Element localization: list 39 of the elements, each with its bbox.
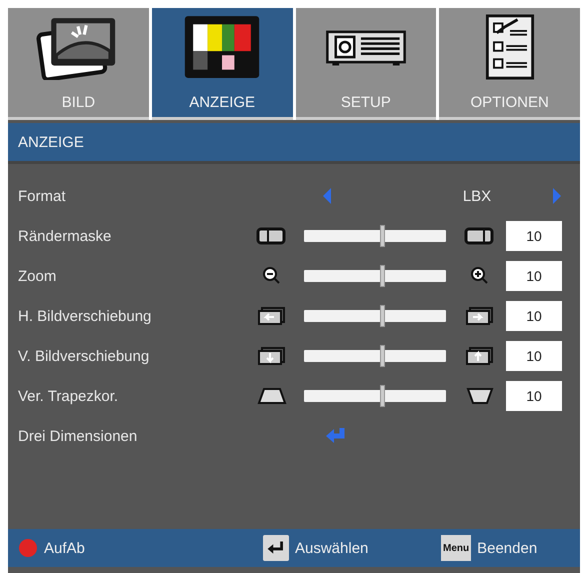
- value-field[interactable]: 10: [506, 221, 562, 251]
- setting-label: Zoom: [18, 268, 58, 284]
- slider-thumb[interactable]: [380, 345, 386, 367]
- slider-thumb[interactable]: [380, 385, 386, 407]
- slider-track[interactable]: [304, 305, 446, 327]
- slider-track[interactable]: [304, 265, 446, 287]
- keystone-icon: [464, 386, 496, 406]
- shift-down-icon: [256, 346, 288, 366]
- mask-wide-icon: [464, 226, 496, 246]
- menu-key: Menu: [441, 535, 472, 561]
- footer-hint: Beenden: [477, 540, 538, 556]
- mask-narrow-icon: [256, 226, 288, 246]
- setting-label: Rändermaske: [18, 228, 112, 244]
- slider-thumb[interactable]: [380, 265, 386, 287]
- setting-label: Ver. Trapezkor.: [18, 388, 120, 404]
- setting-label: H. Bildverschiebung: [18, 308, 152, 324]
- shift-left-icon: [256, 306, 288, 326]
- footer-hint: Auswählen: [295, 540, 368, 556]
- slider-track[interactable]: [304, 225, 446, 247]
- setting-label: Drei Dimensionen: [18, 428, 138, 444]
- round-key-icon: [18, 538, 38, 558]
- value-field[interactable]: 10: [506, 381, 562, 411]
- keystone-icon: [256, 386, 288, 406]
- slider-thumb[interactable]: [380, 225, 386, 247]
- section-title: ANZEIGE: [18, 134, 84, 150]
- enter-key-icon: [263, 535, 289, 561]
- slider-thumb[interactable]: [380, 305, 386, 327]
- slider-track[interactable]: [304, 385, 446, 407]
- setting-label: V. Bildverschiebung: [18, 348, 150, 364]
- format-value: LBX: [462, 188, 492, 204]
- value-field[interactable]: 10: [506, 261, 562, 291]
- slider-track[interactable]: [304, 345, 446, 367]
- shift-up-icon: [464, 346, 496, 366]
- menu-tab[interactable]: ANZEIGE: [152, 8, 292, 120]
- value-field[interactable]: 10: [506, 301, 562, 331]
- setting-label: Format: [18, 188, 67, 204]
- footer-hint: AufAb: [44, 540, 85, 556]
- shift-right-icon: [464, 306, 496, 326]
- value-field[interactable]: 10: [506, 341, 562, 371]
